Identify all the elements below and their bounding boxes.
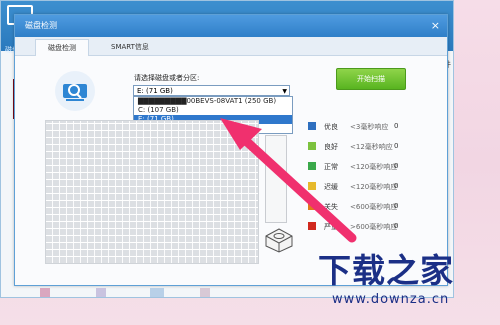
legend-count: 0 (394, 222, 399, 230)
disk-select-value: E: (71 GB) (137, 87, 173, 95)
dialog-title: 磁盘检测 (25, 21, 57, 30)
legend-row: 良好 <12毫秒响应 0 (308, 138, 408, 158)
taskbar-item[interactable] (40, 288, 50, 297)
legend-row: 优良 <3毫秒响应 0 (308, 118, 408, 138)
legend-row: 关失 <600毫秒响应 0 (308, 198, 408, 218)
legend-count: 0 (394, 122, 399, 130)
legend-count: 0 (394, 202, 399, 210)
legend-range: <600毫秒响应 (350, 203, 398, 211)
tab-smart-info[interactable]: SMART信息 (99, 39, 161, 55)
legend-row: 迟缓 <120毫秒响应 0 (308, 178, 408, 198)
tab-disk-check[interactable]: 磁盘检测 (35, 39, 89, 56)
tab-bar: 磁盘检测 SMART信息 (15, 37, 447, 56)
legend-range: <120毫秒响应 (350, 163, 398, 171)
legend-name: 关失 (324, 203, 338, 211)
legend-name: 严重 (324, 223, 338, 231)
legend-swatch (308, 142, 316, 150)
legend-row: 严重 >600毫秒响应 0 (308, 218, 408, 238)
scan-progress-panel (265, 135, 287, 223)
legend-swatch (308, 162, 316, 170)
legend-swatch (308, 182, 316, 190)
logo-url: www.downza.cn (332, 292, 450, 307)
disk-search-icon (55, 71, 95, 111)
legend-count: 0 (394, 142, 399, 150)
taskbar-item[interactable] (200, 288, 210, 297)
watermark-logo: 下载之家 www.downza.cn (300, 238, 500, 325)
dialog-titlebar: 磁盘检测 × (15, 15, 447, 37)
hard-drive-icon (265, 228, 293, 253)
legend-count: 0 (394, 182, 399, 190)
taskbar-item[interactable] (96, 288, 106, 297)
sector-grid-cells (46, 121, 258, 263)
legend-swatch (308, 222, 316, 230)
legend-range: >600毫秒响应 (350, 223, 398, 231)
start-scan-button[interactable]: 开始扫描 (336, 68, 406, 90)
dropdown-item-disk[interactable]: ▇▇▇▇▇▇▇▇▇00BEVS-08VAT1 (250 GB) (134, 97, 292, 106)
logo-title: 下载之家 (318, 251, 454, 290)
legend-name: 良好 (324, 143, 338, 151)
sector-grid (45, 120, 259, 264)
legend-row: 正常 <120毫秒响应 0 (308, 158, 408, 178)
disk-select-label: 请选择磁盘或者分区: (134, 74, 200, 82)
taskbar-item[interactable] (150, 288, 164, 297)
legend-swatch (308, 202, 316, 210)
legend-name: 优良 (324, 123, 338, 131)
legend-name: 迟缓 (324, 183, 338, 191)
disk-select[interactable]: E: (71 GB) ▼ (133, 85, 290, 96)
close-icon[interactable]: × (431, 15, 440, 37)
legend-swatch (308, 122, 316, 130)
legend-range: <3毫秒响应 (350, 123, 389, 131)
dropdown-item-c[interactable]: C: (107 GB) (134, 106, 292, 115)
legend-count: 0 (394, 162, 399, 170)
legend-range: <120毫秒响应 (350, 183, 398, 191)
legend-name: 正常 (324, 163, 338, 171)
legend-range: <12毫秒响应 (350, 143, 393, 151)
